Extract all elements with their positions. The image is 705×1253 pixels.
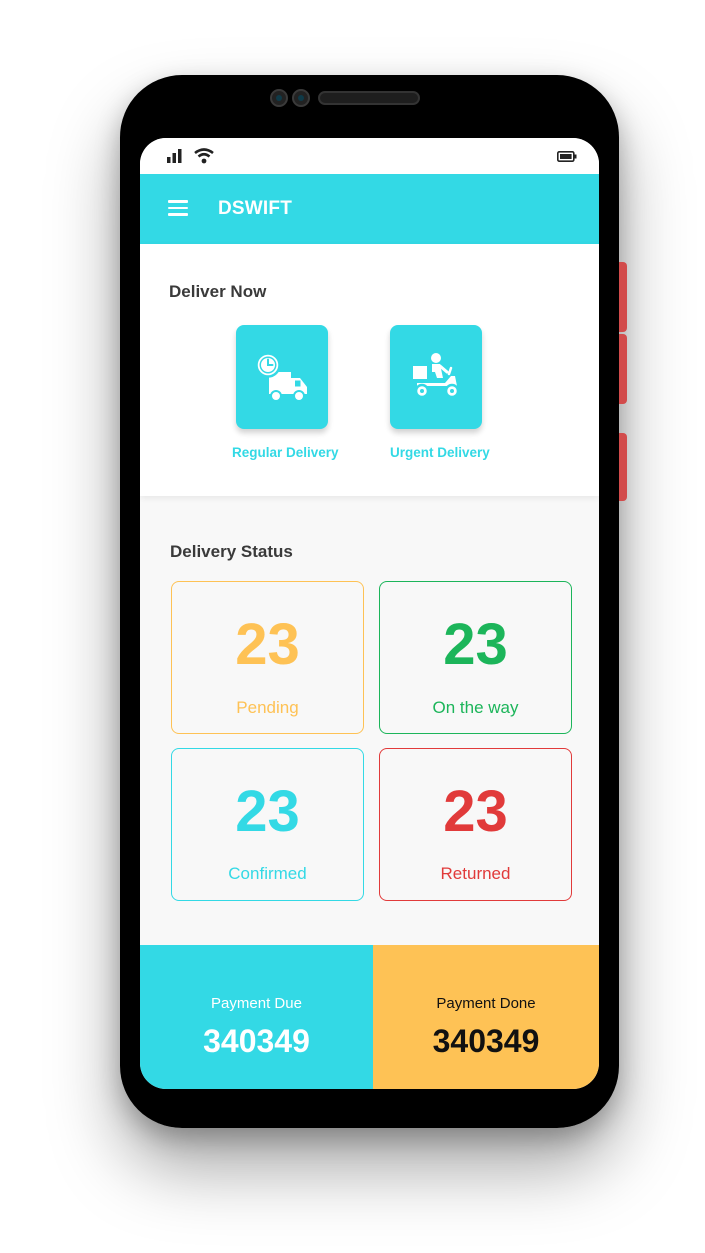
- hamburger-menu-icon[interactable]: [168, 200, 188, 216]
- deliver-now-title: Deliver Now: [169, 282, 267, 301]
- delivery-scooter-icon: [413, 353, 460, 399]
- volume-down-button: [619, 334, 627, 404]
- delivery-truck-clock-icon: [255, 352, 307, 402]
- urgent-delivery-button[interactable]: Urgent Delivery: [390, 325, 490, 460]
- phone-screen: DSWIFT Deliver Now Regular Delivery Urge…: [140, 138, 599, 1089]
- payment-done-value: 340349: [432, 1023, 540, 1059]
- pending-label: Pending: [236, 698, 299, 717]
- volume-up-button: [619, 262, 627, 332]
- confirmed-count: 23: [235, 779, 300, 844]
- regular-delivery-tile[interactable]: [236, 325, 328, 429]
- payment-done-label: Payment Done: [436, 995, 536, 1012]
- earpiece-speaker: [318, 91, 420, 105]
- front-camera-icon: [270, 89, 288, 107]
- payment-due-label: Payment Due: [211, 995, 302, 1012]
- pending-count: 23: [235, 612, 300, 677]
- returned-count: 23: [443, 779, 508, 844]
- regular-delivery-label: Regular Delivery: [232, 445, 339, 460]
- payment-due-value: 340349: [203, 1023, 310, 1059]
- delivery-status-title: Delivery Status: [170, 542, 293, 561]
- app-bar: DSWIFT: [140, 174, 599, 244]
- app-title: DSWIFT: [218, 198, 293, 219]
- power-button: [619, 433, 627, 501]
- status-card-returned[interactable]: 23 Returned: [379, 748, 572, 901]
- regular-delivery-button[interactable]: Regular Delivery: [232, 325, 339, 460]
- battery-icon: [557, 151, 577, 162]
- cellular-signal-icon: [167, 149, 182, 163]
- status-card-on-the-way[interactable]: 23 On the way: [379, 581, 572, 734]
- confirmed-label: Confirmed: [228, 864, 307, 883]
- front-sensor-icon: [292, 89, 310, 107]
- status-bar: [140, 138, 599, 174]
- payment-due-panel[interactable]: Payment Due 340349: [140, 945, 373, 1089]
- status-card-pending[interactable]: 23 Pending: [171, 581, 364, 734]
- returned-label: Returned: [440, 864, 511, 883]
- urgent-delivery-label: Urgent Delivery: [390, 445, 490, 460]
- payment-done-panel[interactable]: Payment Done 340349: [373, 945, 599, 1089]
- on-the-way-count: 23: [443, 612, 508, 677]
- on-the-way-label: On the way: [432, 698, 519, 717]
- wifi-icon: [194, 148, 214, 164]
- deliver-now-card: Deliver Now Regular Delivery Urgent Deli…: [140, 244, 599, 496]
- urgent-delivery-tile[interactable]: [390, 325, 482, 429]
- status-card-confirmed[interactable]: 23 Confirmed: [171, 748, 364, 901]
